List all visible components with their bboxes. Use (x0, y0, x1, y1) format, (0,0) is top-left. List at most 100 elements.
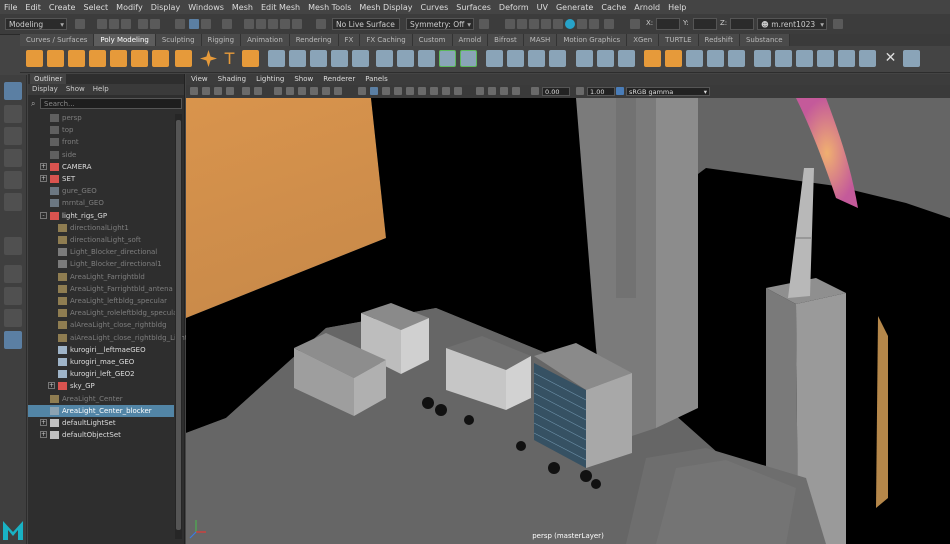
menu-display[interactable]: Display (147, 3, 185, 12)
svg-tool-icon[interactable] (242, 50, 259, 67)
render-settings-icon[interactable] (541, 19, 551, 29)
field-chart-icon[interactable] (322, 87, 330, 95)
transform-mode-icon[interactable] (630, 19, 640, 29)
y-field[interactable] (693, 18, 717, 30)
isolate-select-icon[interactable] (476, 87, 484, 95)
mirror-icon[interactable] (352, 50, 369, 67)
select-hierarchy-icon[interactable] (175, 19, 185, 29)
shelf-extra-icon[interactable] (903, 50, 920, 67)
motion-blur-icon[interactable] (442, 87, 450, 95)
xray-joints-icon[interactable] (500, 87, 508, 95)
outliner-menu-display[interactable]: Display (28, 84, 62, 95)
shelf-tab-animation[interactable]: Animation (241, 34, 290, 46)
viewport-menu-view[interactable]: View (186, 74, 213, 85)
select-object-icon[interactable] (189, 19, 199, 29)
target-weld-icon[interactable] (507, 50, 524, 67)
boolean-icon[interactable] (331, 50, 348, 67)
shelf-tab-motion-graphics[interactable]: Motion Graphics (557, 34, 628, 46)
default-material-icon[interactable] (382, 87, 390, 95)
stop-icon[interactable] (604, 19, 614, 29)
append-icon[interactable] (460, 50, 477, 67)
shelf-tab-xgen[interactable]: XGen (627, 34, 660, 46)
viewport-menu-panels[interactable]: Panels (360, 74, 393, 85)
color-management-icon[interactable] (616, 87, 624, 95)
outliner-item[interactable]: alAreaLight_close_rightbldg (28, 319, 174, 331)
color-space-dropdown[interactable]: sRGB gamma ▾ (626, 87, 710, 96)
gamma-icon[interactable] (576, 87, 584, 95)
outliner-search-input[interactable]: Search... (40, 98, 182, 109)
safe-action-icon[interactable] (334, 87, 342, 95)
shelf-tab-curves-surfaces[interactable]: Curves / Surfaces (20, 34, 95, 46)
shelf-tab-turtle[interactable]: TURTLE (659, 34, 699, 46)
use-all-lights-icon[interactable] (406, 87, 414, 95)
xray-components-icon[interactable] (512, 87, 520, 95)
collapse-icon[interactable]: - (40, 211, 47, 219)
planar-uv-icon[interactable] (576, 50, 593, 67)
menu-mesh-tools[interactable]: Mesh Tools (304, 3, 355, 12)
lasso-tool-icon[interactable] (4, 105, 22, 123)
smooth-icon[interactable] (310, 50, 327, 67)
outliner-item[interactable]: directionalLight_soft (28, 234, 174, 246)
xray-icon[interactable] (488, 87, 496, 95)
undo-icon[interactable] (138, 19, 148, 29)
snap-surface-icon[interactable] (292, 19, 302, 29)
multi-cut-icon[interactable] (486, 50, 503, 67)
render-current-icon[interactable] (517, 19, 527, 29)
outliner-item[interactable]: persp (28, 112, 174, 124)
z-field[interactable] (730, 18, 754, 30)
arnold-render-icon[interactable] (565, 19, 575, 29)
menu-create[interactable]: Create (45, 3, 80, 12)
scale-tool-icon[interactable] (4, 193, 22, 211)
menu-file[interactable]: File (0, 3, 21, 12)
outliner-layout-icon[interactable] (4, 331, 22, 349)
freeze-transform-icon[interactable] (859, 50, 876, 67)
pause-icon[interactable] (589, 19, 599, 29)
mode-dropdown[interactable]: Modeling ▾ (5, 18, 67, 30)
live-surface-icon[interactable] (316, 19, 326, 29)
x-field[interactable] (656, 18, 680, 30)
poly-plane-icon[interactable] (131, 50, 148, 67)
grid-icon[interactable] (274, 87, 282, 95)
reduce-icon[interactable] (665, 50, 682, 67)
image-plane-icon[interactable] (226, 87, 234, 95)
quad-draw-icon[interactable] (549, 50, 566, 67)
menu-surfaces[interactable]: Surfaces (452, 3, 495, 12)
harden-edge-icon[interactable] (796, 50, 813, 67)
shelf-tab-redshift[interactable]: Redshift (698, 34, 740, 46)
viewport-menu-shading[interactable]: Shading (213, 74, 251, 85)
snap-curve-icon[interactable] (256, 19, 266, 29)
connect-icon[interactable] (528, 50, 545, 67)
delete-history-icon[interactable]: ✕ (882, 50, 899, 67)
normals-icon[interactable] (754, 50, 771, 67)
shelf-tab-bifrost[interactable]: Bifrost (488, 34, 524, 46)
select-component-icon[interactable] (201, 19, 211, 29)
reverse-normal-icon[interactable] (817, 50, 834, 67)
shelf-tab-rigging[interactable]: Rigging (201, 34, 242, 46)
shelf-tab-poly-modeling[interactable]: Poly Modeling (94, 34, 156, 46)
snap-view-icon[interactable] (280, 19, 290, 29)
shelf-tab-sculpting[interactable]: Sculpting (155, 34, 202, 46)
combine-icon[interactable] (268, 50, 285, 67)
menu-edit-mesh[interactable]: Edit Mesh (257, 3, 304, 12)
quadrangulate-icon[interactable] (728, 50, 745, 67)
menu-uv[interactable]: UV (533, 3, 552, 12)
soft-select-icon[interactable] (644, 50, 661, 67)
menu-mesh-display[interactable]: Mesh Display (355, 3, 416, 12)
uv-editor-icon[interactable] (618, 50, 635, 67)
expand-icon[interactable]: + (40, 162, 47, 170)
expand-icon[interactable]: + (40, 175, 47, 182)
shelf-tab-rendering[interactable]: Rendering (289, 34, 339, 46)
2d-pan-zoom-icon[interactable] (242, 87, 250, 95)
outliner-item[interactable]: kurogiri_mae_GEO (28, 356, 174, 368)
ipr-render-icon[interactable] (529, 19, 539, 29)
outliner-item[interactable]: mrntal_GEO (28, 197, 174, 209)
shelf-tab-substance[interactable]: Substance (739, 34, 790, 46)
poly-disc-icon[interactable] (152, 50, 169, 67)
bookmark-icon[interactable] (214, 87, 222, 95)
symmetry-dropdown[interactable]: Symmetry: Off ▾ (406, 18, 474, 30)
anti-aliasing-icon[interactable] (454, 87, 462, 95)
notifications-icon[interactable] (833, 19, 843, 29)
super-shape-icon[interactable] (200, 50, 217, 67)
outliner-item[interactable]: directionalLight1 (28, 222, 174, 234)
outliner-item[interactable]: AreaLight_Farrightbld_antena (28, 283, 174, 295)
